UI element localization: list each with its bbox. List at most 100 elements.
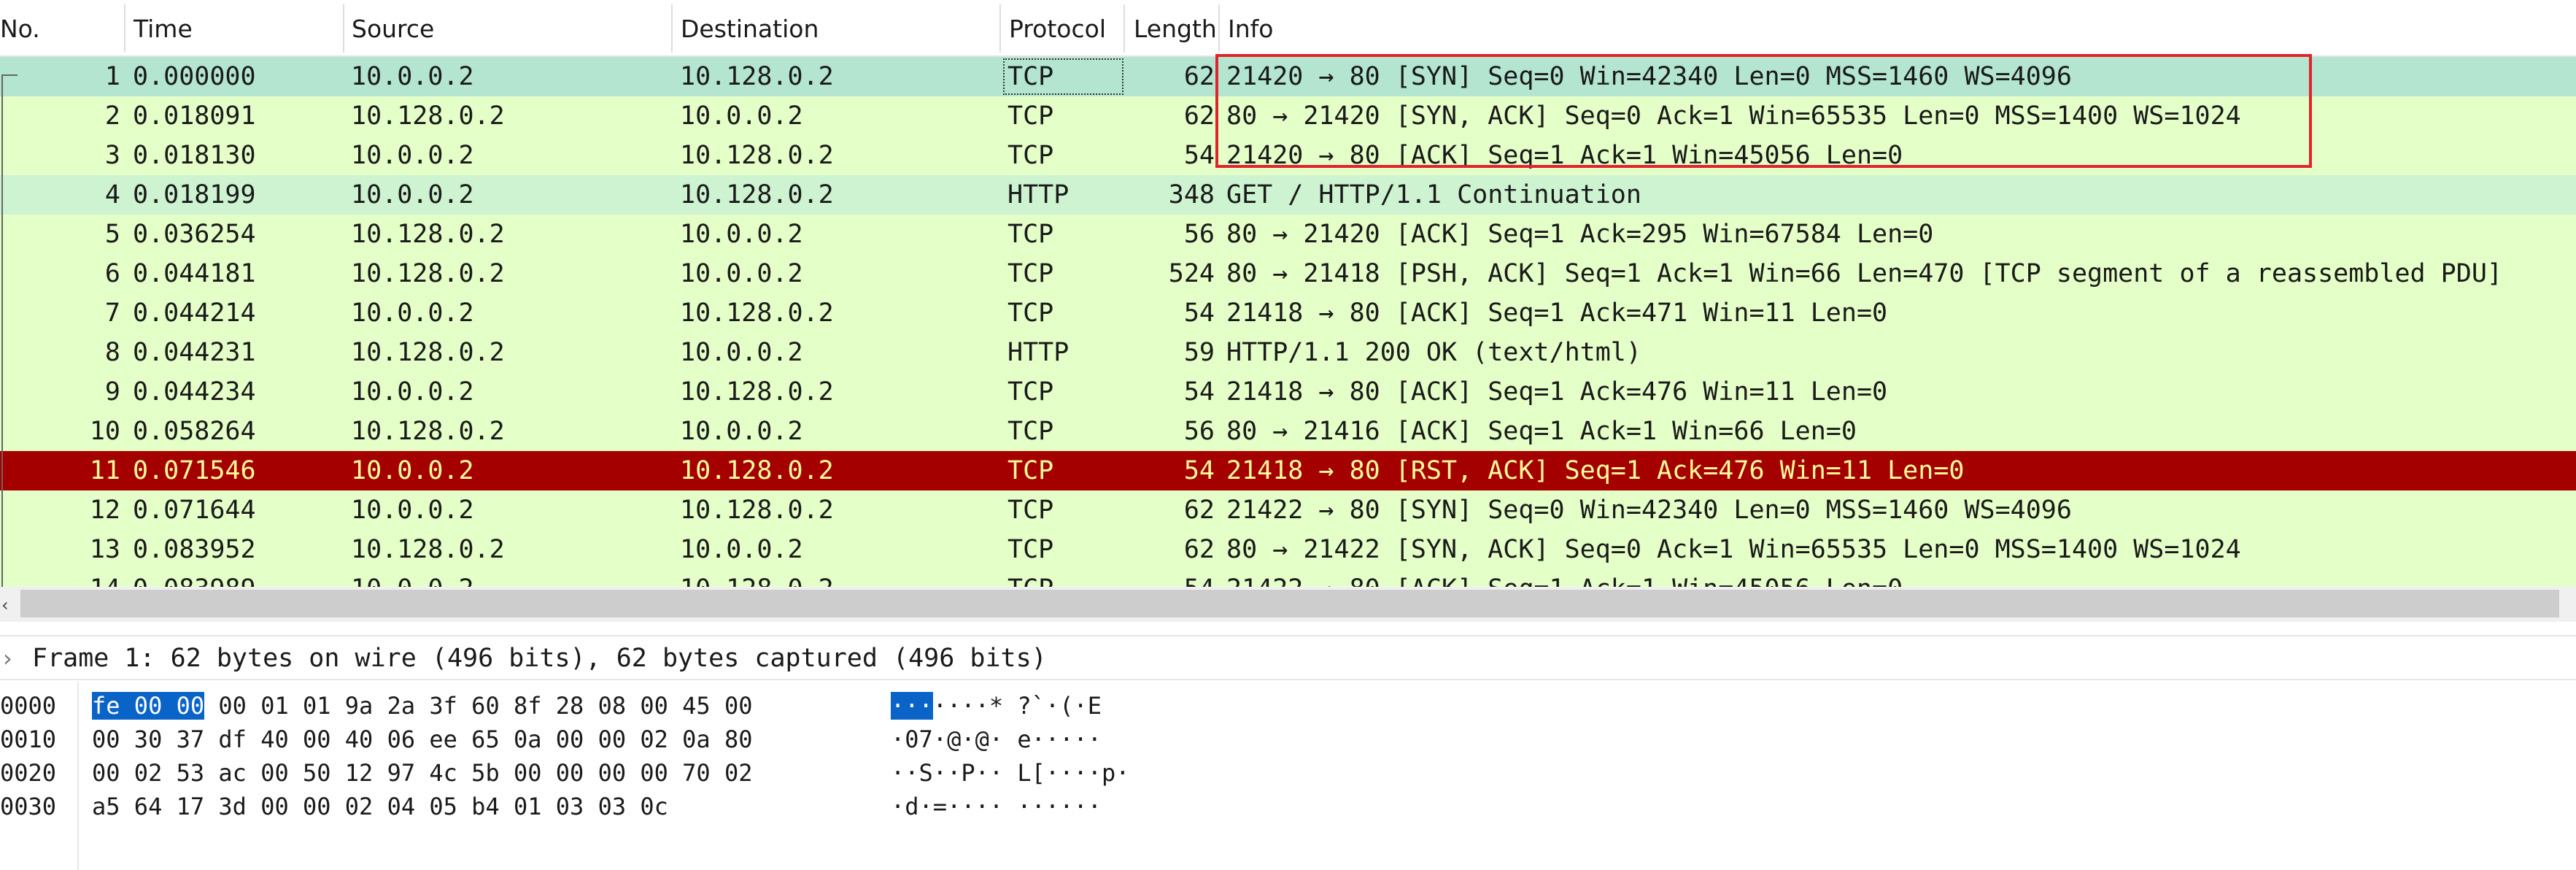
- packet-length-cell: 62: [1183, 101, 1215, 131]
- bytes-ascii[interactable]: ·07·@·@· e·····: [891, 723, 1102, 756]
- packet-time-cell: 0.018091: [133, 101, 256, 131]
- packet-protocol-cell: HTTP: [1007, 338, 1070, 367]
- bytes-hex[interactable]: 00 30 37 df 40 00 40 06 ee 65 0a 00 00 0…: [92, 723, 752, 756]
- packet-protocol-cell: TCP: [1007, 101, 1054, 131]
- packet-source-cell: 10.128.0.2: [351, 220, 505, 249]
- packet-time-cell: 0.044181: [133, 259, 256, 288]
- packet-row[interactable]: 5 0.036254 10.128.0.2 10.0.0.2 TCP 56 80 → 214…: [0, 215, 2576, 254]
- hex-bytes: a5 64 17 3d 00 00 02 04 05 b4 01 03 03 0…: [92, 793, 668, 820]
- column-divider[interactable]: [1218, 4, 1220, 53]
- bytes-hex[interactable]: a5 64 17 3d 00 00 02 04 05 b4 01 03 03 0…: [92, 790, 668, 823]
- packet-time-cell: 0.058264: [133, 417, 256, 446]
- packet-protocol-cell: TCP: [1007, 535, 1054, 564]
- packet-row[interactable]: 6 0.044181 10.128.0.2 10.0.0.2 TCP 524 80 → 21…: [0, 254, 2576, 293]
- packet-protocol-cell: TCP: [1007, 141, 1054, 170]
- packet-row[interactable]: 1 0.000000 10.0.0.2 10.128.0.2 TCP 62 21420 → …: [0, 57, 2576, 96]
- packet-protocol-cell: TCP: [1007, 220, 1054, 249]
- packet-details-pane[interactable]: › Frame 1: 62 bytes on wire (496 bits), …: [0, 635, 2576, 680]
- bytes-ascii[interactable]: ··S··P·· L[····p·: [891, 756, 1130, 790]
- packet-info-cell: 80 → 21420 [ACK] Seq=1 Ack=295 Win=67584…: [1226, 220, 1934, 249]
- packet-bytes-pane[interactable]: 0000 fe 00 00 00 01 01 9a 2a 3f 60 8f 28 …: [0, 682, 2576, 870]
- packet-source-cell: 10.0.0.2: [351, 62, 474, 91]
- ascii-bytes: ··S··P·· L[····p·: [891, 759, 1130, 787]
- packet-time-cell: 0.083952: [133, 535, 256, 564]
- column-divider[interactable]: [343, 4, 344, 53]
- packet-length-cell: 348: [1168, 180, 1215, 209]
- packet-time-cell: 0.071546: [133, 456, 256, 485]
- packet-info-cell: HTTP/1.1 200 OK (text/html): [1226, 338, 1641, 367]
- packet-info-cell: 21420 → 80 [SYN] Seq=0 Win=42340 Len=0 M…: [1226, 62, 2072, 91]
- bytes-offset: 0030: [0, 793, 57, 820]
- packet-source-cell: 10.128.0.2: [351, 417, 505, 446]
- packet-protocol-cell: TCP: [1007, 62, 1054, 91]
- packet-row[interactable]: 8 0.044231 10.128.0.2 10.0.0.2 HTTP 59 HTTP/1.…: [0, 333, 2576, 372]
- packet-row[interactable]: 7 0.044214 10.0.0.2 10.128.0.2 TCP 54 21418 → …: [0, 293, 2576, 333]
- packet-row[interactable]: 4 0.018199 10.0.0.2 10.128.0.2 HTTP 348 GET / …: [0, 175, 2576, 215]
- column-divider[interactable]: [124, 4, 125, 53]
- column-destination[interactable]: Destination: [681, 0, 819, 57]
- bytes-ascii[interactable]: ·d·=···· ······: [891, 790, 1102, 823]
- bytes-row: 0030 a5 64 17 3d 00 00 02 04 05 b4 01 03 …: [0, 790, 2576, 823]
- column-divider[interactable]: [671, 4, 673, 53]
- packet-row[interactable]: 13 0.083952 10.128.0.2 10.0.0.2 TCP 62 80 → 21…: [0, 530, 2576, 569]
- packet-row[interactable]: 2 0.018091 10.128.0.2 10.0.0.2 TCP 62 80 → 214…: [0, 96, 2576, 136]
- packet-time-cell: 0.036254: [133, 220, 256, 249]
- packet-source-cell: 10.0.0.2: [351, 299, 474, 328]
- column-source[interactable]: Source: [352, 0, 434, 57]
- packet-row[interactable]: 3 0.018130 10.0.0.2 10.128.0.2 TCP 54 21420 → …: [0, 136, 2576, 175]
- packet-row[interactable]: 9 0.044234 10.0.0.2 10.128.0.2 TCP 54 21418 → …: [0, 372, 2576, 412]
- horizontal-scrollbar[interactable]: ‹: [0, 587, 2576, 622]
- packet-destination-cell: 10.0.0.2: [680, 220, 803, 249]
- column-header: No. Time Source Destination Protocol Len…: [0, 0, 2576, 57]
- packet-info-cell: 80 → 21416 [ACK] Seq=1 Ack=1 Win=66 Len=…: [1226, 417, 1857, 446]
- packet-time-cell: 0.071644: [133, 496, 256, 525]
- bytes-ascii[interactable]: ·······* ?`·(·E: [891, 689, 1102, 723]
- packet-info-cell: 21418 → 80 [RST, ACK] Seq=1 Ack=476 Win=…: [1226, 456, 1965, 485]
- packet-length-cell: 54: [1183, 456, 1215, 485]
- packet-info-cell: 21418 → 80 [ACK] Seq=1 Ack=476 Win=11 Le…: [1226, 377, 1888, 407]
- bytes-hex[interactable]: 00 02 53 ac 00 50 12 97 4c 5b 00 00 00 0…: [92, 756, 752, 790]
- hex-bytes: 00 01 01 9a 2a 3f 60 8f 28 08 00 45 00: [204, 692, 753, 720]
- packet-row[interactable]: 12 0.071644 10.0.0.2 10.128.0.2 TCP 62 21422 →…: [0, 490, 2576, 530]
- packet-protocol-cell: TCP: [1007, 456, 1054, 485]
- column-no[interactable]: No.: [0, 0, 40, 57]
- packet-info-cell: 80 → 21420 [SYN, ACK] Seq=0 Ack=1 Win=65…: [1226, 101, 2241, 131]
- column-divider[interactable]: [1123, 4, 1125, 53]
- expand-arrow-icon[interactable]: ›: [3, 642, 12, 674]
- packet-protocol-cell: HTTP: [1007, 180, 1070, 209]
- packet-time-cell: 0.018199: [133, 180, 256, 209]
- bytes-offset: 0000: [0, 692, 57, 720]
- packet-info-cell: GET / HTTP/1.1 Continuation: [1226, 180, 1641, 209]
- column-info[interactable]: Info: [1228, 0, 1273, 57]
- bytes-hex[interactable]: fe 00 00 00 01 01 9a 2a 3f 60 8f 28 08 0…: [92, 689, 752, 723]
- packet-source-cell: 10.0.0.2: [351, 180, 474, 209]
- ascii-bytes: ·07·@·@· e·····: [891, 725, 1102, 753]
- column-length[interactable]: Length: [1134, 0, 1217, 57]
- packet-length-cell: 54: [1183, 299, 1215, 328]
- bytes-row: 0000 fe 00 00 00 01 01 9a 2a 3f 60 8f 28 …: [0, 689, 2576, 723]
- column-protocol[interactable]: Protocol: [1009, 0, 1106, 57]
- scroll-left-arrow-icon[interactable]: ‹: [1, 594, 19, 616]
- scrollbar-thumb[interactable]: [20, 590, 2559, 617]
- packet-source-cell: 10.0.0.2: [351, 377, 474, 407]
- column-divider[interactable]: [999, 4, 1001, 53]
- frame-summary[interactable]: Frame 1: 62 bytes on wire (496 bits), 62…: [32, 642, 1047, 674]
- packet-source-cell: 10.0.0.2: [351, 141, 474, 170]
- packet-destination-cell: 10.128.0.2: [680, 496, 834, 525]
- packet-destination-cell: 10.128.0.2: [680, 141, 834, 170]
- packet-info-cell: 80 → 21422 [SYN, ACK] Seq=0 Ack=1 Win=65…: [1226, 535, 2241, 564]
- packet-source-cell: 10.128.0.2: [351, 338, 505, 367]
- packet-row[interactable]: 10 0.058264 10.128.0.2 10.0.0.2 TCP 56 80 → 21…: [0, 412, 2576, 451]
- selected-hex-bytes[interactable]: fe 00 00: [92, 692, 205, 720]
- packet-time-cell: 0.044231: [133, 338, 256, 367]
- bytes-offset: 0020: [0, 759, 57, 787]
- column-time[interactable]: Time: [134, 0, 193, 57]
- bytes-row: 0020 00 02 53 ac 00 50 12 97 4c 5b 00 00 …: [0, 756, 2576, 790]
- packet-row[interactable]: 11 0.071546 10.0.0.2 10.128.0.2 TCP 54 21418 →…: [0, 451, 2576, 490]
- selected-ascii-bytes[interactable]: ···: [891, 692, 933, 720]
- ascii-bytes: ·d·=···· ······: [891, 793, 1102, 820]
- packet-length-cell: 54: [1183, 141, 1215, 170]
- packet-time-cell: 0.000000: [133, 62, 256, 91]
- packet-length-cell: 56: [1183, 417, 1215, 446]
- packet-list[interactable]: No. Time Source Destination Protocol Len…: [0, 0, 2576, 624]
